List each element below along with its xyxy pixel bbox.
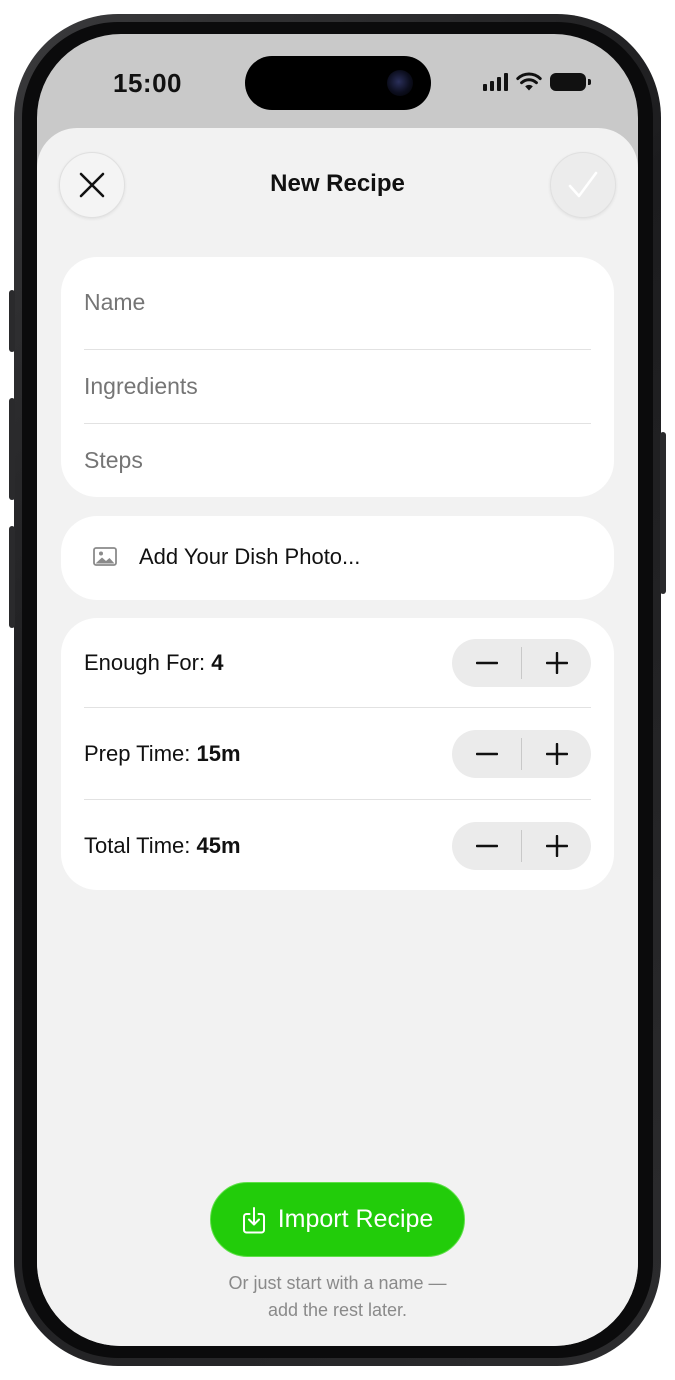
action-button (9, 290, 15, 352)
ingredients-field[interactable] (84, 373, 591, 400)
prep-time-label-text: Prep Time: (84, 741, 191, 766)
total-time-increment-button[interactable] (522, 822, 591, 870)
servings-decrement-button[interactable] (452, 639, 521, 687)
import-recipe-button[interactable]: Import Recipe (210, 1182, 465, 1257)
camera-icon (387, 70, 413, 96)
minus-icon (475, 844, 498, 848)
status-time: 15:00 (113, 68, 182, 98)
total-time-label: Total Time: 45m (84, 833, 241, 859)
dynamic-island (245, 56, 431, 110)
recipe-fields-card (61, 257, 614, 497)
total-time-stepper (452, 822, 591, 870)
servings-time-card: Enough For: 4 Prep Time: 15m Total Time:… (61, 618, 614, 890)
steps-field[interactable] (84, 447, 591, 474)
prep-time-increment-button[interactable] (522, 730, 591, 778)
photo-icon (93, 547, 117, 566)
cellular-signal-icon (483, 72, 508, 91)
volume-up-button (9, 398, 15, 500)
divider (84, 423, 591, 424)
prep-time-label: Prep Time: 15m (84, 741, 241, 767)
prep-time-value: 15m (196, 741, 241, 766)
divider (84, 707, 591, 708)
add-photo-label: Add Your Dish Photo... (139, 544, 361, 569)
prep-time-decrement-button[interactable] (452, 730, 521, 778)
minus-icon (475, 661, 498, 665)
servings-increment-button[interactable] (522, 639, 591, 687)
wifi-icon (516, 72, 542, 91)
total-time-decrement-button[interactable] (452, 822, 521, 870)
new-recipe-sheet: New Recipe Add Your Dish Photo... Enough… (37, 128, 638, 1346)
name-field[interactable] (84, 289, 591, 316)
plus-icon (545, 743, 568, 765)
divider (84, 349, 591, 350)
status-icons (483, 72, 591, 91)
import-icon (242, 1206, 265, 1233)
plus-icon (545, 835, 568, 857)
divider (84, 799, 591, 800)
servings-label-text: Enough For: (84, 650, 206, 675)
checkmark-icon (568, 171, 598, 198)
hint-line-2: add the rest later. (267, 1300, 408, 1320)
screen: 15:00 New Recipe Name Ingredients Steps … (37, 34, 638, 1346)
hint-line-1: Or just start with a name — (228, 1273, 447, 1293)
add-photo-button[interactable]: Add Your Dish Photo... (61, 516, 614, 600)
save-button[interactable] (550, 152, 616, 218)
servings-value: 4 (211, 650, 224, 675)
import-recipe-label: Import Recipe (277, 1205, 434, 1233)
servings-label: Enough For: 4 (84, 650, 223, 676)
minus-icon (475, 752, 498, 756)
total-time-label-text: Total Time: (84, 833, 191, 858)
battery-icon (550, 72, 591, 91)
power-button (660, 432, 666, 594)
plus-icon (545, 652, 568, 674)
page-title: New Recipe (270, 170, 405, 197)
volume-down-button (9, 526, 15, 628)
prep-time-stepper (452, 730, 591, 778)
import-hint: Or just start with a name — add the rest… (37, 1270, 638, 1324)
servings-stepper (452, 639, 591, 687)
total-time-value: 45m (196, 833, 241, 858)
